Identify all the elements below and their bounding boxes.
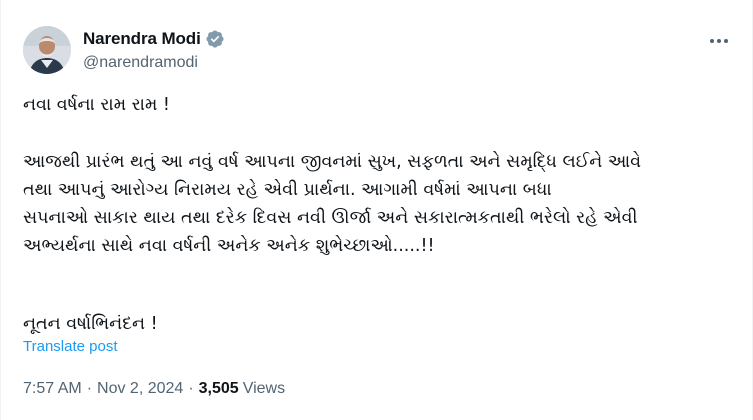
meta-separator: · xyxy=(188,380,194,397)
post-body-line: તથા આપનું આરોગ્ય નિરામય રહે એવી પ્રાર્થન… xyxy=(23,180,552,200)
translate-post-link[interactable]: Translate post xyxy=(23,338,118,355)
post-meta: 7:57 AM · Nov 2, 2024 · 3,505 Views xyxy=(23,380,285,398)
post-closing-text: નૂતન વર્ષાભિનંદન ! xyxy=(23,314,158,334)
post-body: આજથી પ્રારંભ થતું આ નવું વર્ષ આપના જીવનમ… xyxy=(23,148,738,260)
post-date[interactable]: Nov 2, 2024 xyxy=(97,380,183,398)
post-body-line: આજથી પ્રારંભ થતું આ નવું વર્ષ આપના જીવનમ… xyxy=(23,152,641,172)
meta-separator: · xyxy=(86,380,93,397)
avatar-image xyxy=(23,26,71,74)
post-body-line: અભ્યર્થના સાથે નવા વર્ષની અનેક અનેક શુભે… xyxy=(23,236,435,256)
views-label: Views xyxy=(242,380,286,397)
views-count: 3,505 xyxy=(198,380,239,397)
post-body-line: સપનાઓ સાકાર થાય તથા દરેક દિવસ નવી ઊર્જા … xyxy=(23,208,638,228)
avatar[interactable] xyxy=(23,26,71,74)
verified-badge-icon xyxy=(205,29,225,49)
post-closing: નૂતન વર્ષાભિનંદન ! xyxy=(23,310,738,338)
author-display-name[interactable]: Narendra Modi xyxy=(83,29,201,49)
post-greeting-text: નવા વર્ષના રામ રામ ! xyxy=(23,95,170,115)
post-card: Narendra Modi @narendramodi નવા વર્ષના ર… xyxy=(0,0,753,420)
post-time[interactable]: 7:57 AM xyxy=(23,380,82,398)
post-greeting: નવા વર્ષના રામ રામ ! xyxy=(23,91,738,119)
more-options-icon[interactable] xyxy=(708,30,730,52)
author-name-row: Narendra Modi xyxy=(83,28,225,50)
author-handle[interactable]: @narendramodi xyxy=(83,54,198,72)
